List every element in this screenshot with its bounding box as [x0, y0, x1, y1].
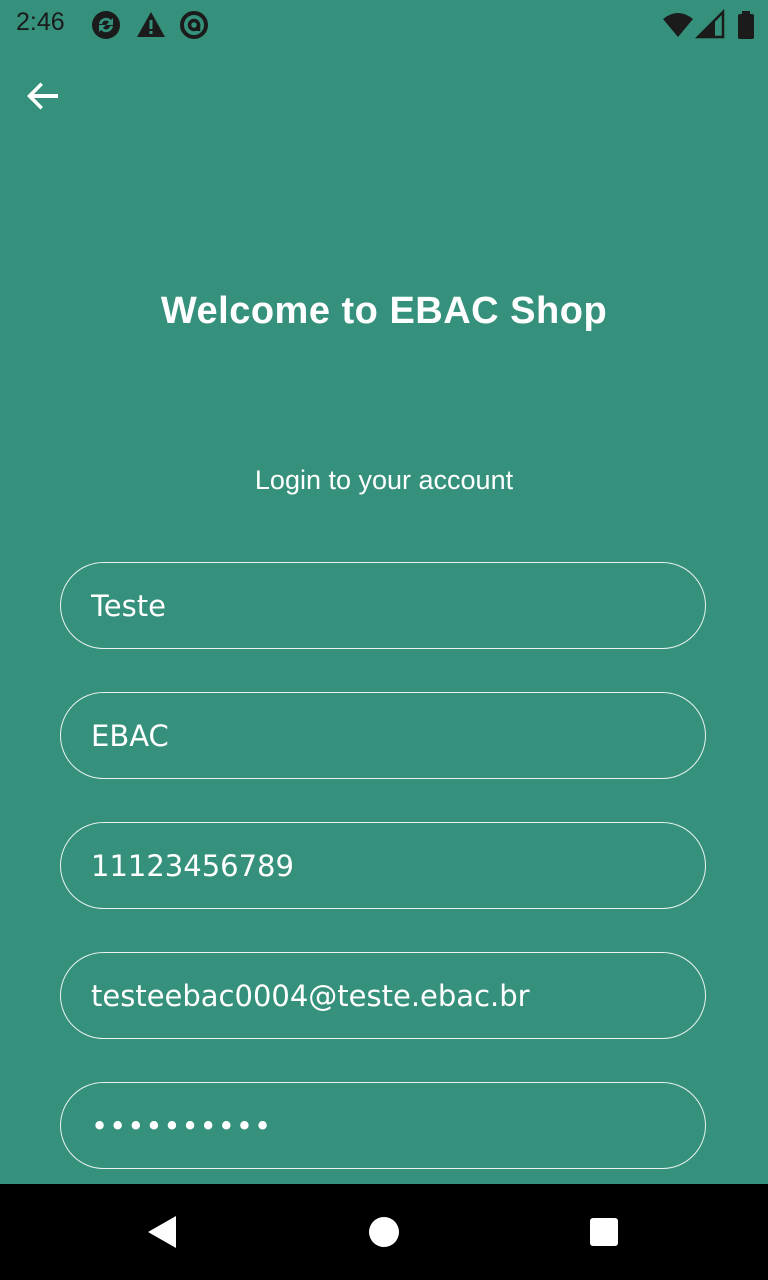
signal-icon — [695, 9, 725, 39]
password-field[interactable] — [60, 1082, 706, 1169]
status-bar: 2:46 — [0, 0, 768, 48]
sync-icon — [92, 11, 120, 39]
phone-field[interactable] — [60, 822, 706, 909]
email-field[interactable] — [60, 952, 706, 1039]
recents-square-icon[interactable] — [580, 1208, 628, 1256]
page-subtitle: Login to your account — [254, 465, 514, 495]
last-name-field[interactable] — [60, 692, 706, 779]
back-triangle-icon[interactable] — [138, 1208, 186, 1256]
arrow-back-icon[interactable] — [20, 72, 68, 120]
page-title: Welcome to EBAC Shop — [160, 290, 608, 332]
wifi-icon — [663, 13, 693, 37]
status-time: 2:46 — [16, 8, 65, 36]
warning-icon — [137, 12, 165, 37]
home-circle-icon[interactable] — [360, 1208, 408, 1256]
first-name-field[interactable] — [60, 562, 706, 649]
battery-icon — [738, 11, 754, 39]
at-sign-icon — [180, 11, 208, 39]
navigation-bar — [0, 1184, 768, 1280]
